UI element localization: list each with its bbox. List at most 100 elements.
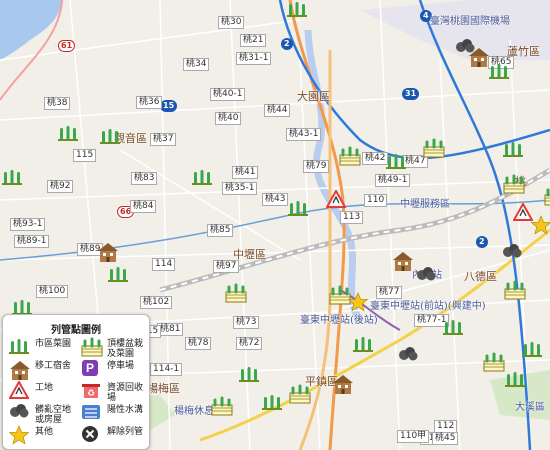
parcel-label: 110甲 bbox=[397, 430, 430, 443]
parcel-label: 113 bbox=[340, 211, 364, 224]
parcel-label: 110 bbox=[364, 194, 388, 207]
rooftop-marker[interactable] bbox=[339, 146, 361, 170]
legend-item: 其他 bbox=[9, 425, 79, 447]
place-service-area: 中壢服務區 bbox=[400, 199, 450, 210]
parcel-label: 桃89-1 bbox=[14, 235, 50, 248]
parcel-label: 桃42 bbox=[362, 152, 389, 165]
parcel-label: 桃83 bbox=[131, 172, 158, 185]
vacant-marker[interactable] bbox=[416, 266, 436, 286]
farm-marker[interactable] bbox=[288, 199, 308, 221]
parcel-label: 114 bbox=[152, 258, 176, 271]
highway-61-shield: 61 bbox=[58, 40, 76, 52]
legend-item: 髒亂空地或房屋 bbox=[9, 403, 79, 425]
parcel-label: 桃49-1 bbox=[375, 174, 411, 187]
freeway-2-shield-b: 2 bbox=[476, 236, 488, 248]
star-marker[interactable] bbox=[530, 215, 550, 239]
farm-marker[interactable] bbox=[58, 124, 78, 146]
rooftop-marker[interactable] bbox=[483, 352, 505, 376]
rooftop-marker[interactable] bbox=[544, 186, 550, 210]
parcel-label: 桃43-1 bbox=[286, 128, 322, 141]
vacant-marker[interactable] bbox=[398, 346, 418, 366]
farm-marker[interactable] bbox=[262, 393, 282, 415]
rooftop-marker[interactable] bbox=[211, 396, 233, 420]
place-airport: 臺灣桃園國際機場 bbox=[430, 16, 510, 27]
star-marker[interactable] bbox=[347, 292, 369, 316]
legend-item: 市區菜園 bbox=[9, 337, 79, 359]
parcel-label: 桃38 bbox=[44, 97, 71, 110]
legend-label: 陽性水溝 bbox=[107, 405, 144, 415]
parcel-label: 桃84 bbox=[130, 200, 157, 213]
farm-marker[interactable] bbox=[100, 127, 120, 149]
legend-label: 解除列管 bbox=[107, 427, 144, 437]
parcel-label: 桃37 bbox=[150, 133, 177, 146]
legend-item: P 停車場 bbox=[81, 359, 151, 381]
parcel-label: 桃97 bbox=[213, 260, 240, 273]
parcel-label: 桃100 bbox=[36, 285, 69, 298]
dorm-marker[interactable] bbox=[332, 373, 354, 399]
freeway-15-shield: 15 bbox=[160, 100, 178, 112]
legend-label: 工地 bbox=[35, 383, 54, 393]
farm-marker[interactable] bbox=[353, 335, 373, 357]
rooftop-marker[interactable] bbox=[503, 174, 525, 198]
freeway-2-shield: 2 bbox=[281, 38, 293, 50]
rooftop-marker[interactable] bbox=[423, 138, 445, 162]
svg-text:P: P bbox=[86, 361, 94, 375]
legend-label: 停車場 bbox=[107, 361, 135, 371]
parcel-label: 桃31-1 bbox=[236, 52, 272, 65]
parcel-label: 桃79 bbox=[303, 160, 330, 173]
legend-item: 移工宿舍 bbox=[9, 359, 79, 381]
legend-label: 市區菜園 bbox=[35, 339, 72, 349]
parcel-label: 桃35-1 bbox=[222, 182, 258, 195]
construction-marker[interactable] bbox=[325, 188, 347, 212]
construction-marker[interactable] bbox=[512, 201, 534, 225]
dorm-marker[interactable] bbox=[392, 250, 414, 276]
farm-marker[interactable] bbox=[505, 370, 525, 392]
parcel-label: 桃72 bbox=[236, 337, 263, 350]
parcel-label: 桃36 bbox=[136, 96, 163, 109]
legend-label: 髒亂空地或房屋 bbox=[35, 405, 72, 425]
legend-item: 頂樓盆栽及菜園 bbox=[81, 337, 151, 359]
parcel-label: 桃34 bbox=[183, 58, 210, 71]
freeway-31-shield: 31 bbox=[402, 88, 420, 100]
parcel-label: 桃78 bbox=[185, 337, 212, 350]
vacant-marker[interactable] bbox=[502, 243, 522, 263]
parcel-label: 115 bbox=[73, 149, 97, 162]
farm-marker[interactable] bbox=[192, 168, 212, 190]
parcel-label: 桃92 bbox=[47, 180, 74, 193]
parcel-label: 桃85 bbox=[207, 224, 234, 237]
farm-marker[interactable] bbox=[489, 62, 509, 84]
parcel-label: 桃73 bbox=[233, 316, 260, 329]
legend-title: 列管點圖例 bbox=[51, 325, 101, 336]
farm-marker[interactable] bbox=[108, 265, 128, 287]
farm-marker[interactable] bbox=[287, 0, 307, 22]
parcel-label: 桃40 bbox=[215, 112, 242, 125]
legend-label: 移工宿舍 bbox=[35, 361, 72, 371]
legend-label: 頂樓盆栽及菜園 bbox=[107, 339, 144, 359]
parcel-label: 桃102 bbox=[140, 296, 173, 309]
map-legend: 列管點圖例 市區菜園 頂樓盆栽及菜園移工宿舍 P 停車場工地 ♻ 資源回收場 髒亂空地或房屋… bbox=[2, 314, 150, 450]
place-zhongli-station-front: 臺東中壢站(前站)(興建中) bbox=[370, 301, 486, 312]
farm-marker[interactable] bbox=[522, 340, 542, 362]
legend-item: 工地 bbox=[9, 381, 79, 403]
parcel-label: 桃44 bbox=[264, 104, 291, 117]
legend-item: 解除列管 bbox=[81, 425, 151, 447]
legend-item: 陽性水溝 bbox=[81, 403, 151, 425]
legend-item: ♻ 資源回收場 bbox=[81, 381, 151, 403]
farm-marker[interactable] bbox=[386, 152, 406, 174]
rooftop-marker[interactable] bbox=[504, 280, 526, 304]
parcel-label: 桃41 bbox=[232, 166, 259, 179]
vacant-marker[interactable] bbox=[455, 38, 475, 58]
parcel-label: 114-1 bbox=[150, 363, 183, 376]
dorm-marker[interactable] bbox=[97, 241, 119, 267]
legend-label: 其他 bbox=[35, 427, 54, 437]
rooftop-marker[interactable] bbox=[289, 384, 311, 408]
district-bade: 八德區 bbox=[464, 270, 497, 283]
parcel-label: 桃93-1 bbox=[10, 218, 46, 231]
farm-marker[interactable] bbox=[239, 365, 259, 387]
rooftop-marker[interactable] bbox=[225, 283, 247, 307]
parcel-label: 桃77 bbox=[376, 286, 403, 299]
farm-marker[interactable] bbox=[503, 140, 523, 162]
farm-marker[interactable] bbox=[2, 168, 22, 190]
parcel-label: 桃40-1 bbox=[210, 88, 246, 101]
farm-marker[interactable] bbox=[443, 318, 463, 340]
